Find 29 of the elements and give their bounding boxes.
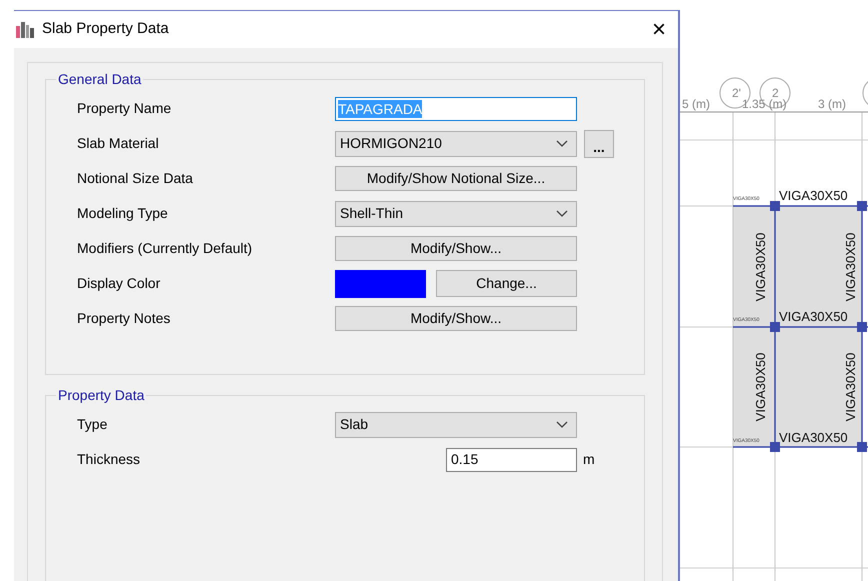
modify-show-button[interactable]: Modify/Show... bbox=[335, 236, 577, 261]
change-button[interactable]: Change... bbox=[436, 270, 577, 297]
browse-button[interactable]: ... bbox=[584, 130, 614, 158]
modify-show-button[interactable]: Modify/Show... bbox=[335, 306, 577, 331]
close-button[interactable]: × bbox=[652, 18, 666, 42]
chevron-down-icon bbox=[556, 210, 568, 218]
modify-show-button[interactable]: Modify/Show Notional Size... bbox=[335, 166, 577, 191]
window-title: Slab Property Data bbox=[42, 19, 170, 40]
field-label: Type bbox=[77, 415, 108, 434]
dropdown[interactable]: Slab bbox=[335, 412, 577, 438]
field-label: Display Color bbox=[77, 274, 162, 293]
field-label: Modifiers (Currently Default) bbox=[77, 239, 254, 258]
app-icon bbox=[16, 22, 34, 38]
field-label: Property Notes bbox=[77, 309, 172, 328]
group-title: General Data bbox=[57, 70, 142, 89]
thickness-field[interactable]: 0.15 bbox=[446, 448, 577, 472]
color-swatch[interactable] bbox=[335, 270, 426, 298]
chevron-down-icon bbox=[556, 140, 568, 148]
field-label: Property Name bbox=[77, 99, 172, 118]
field-label: Slab Material bbox=[77, 134, 160, 153]
dropdown[interactable]: Shell-Thin bbox=[335, 200, 577, 226]
field-label: Modeling Type bbox=[77, 204, 169, 223]
unit-label: m bbox=[583, 450, 595, 469]
field-value: TAPAGRADA bbox=[338, 100, 422, 118]
chevron-down-icon bbox=[556, 420, 568, 428]
field-label: Notional Size Data bbox=[77, 169, 194, 188]
field-label: Thickness bbox=[77, 450, 142, 469]
group-title: Property Data bbox=[57, 386, 146, 405]
dropdown[interactable]: HORMIGON210 bbox=[335, 130, 577, 156]
